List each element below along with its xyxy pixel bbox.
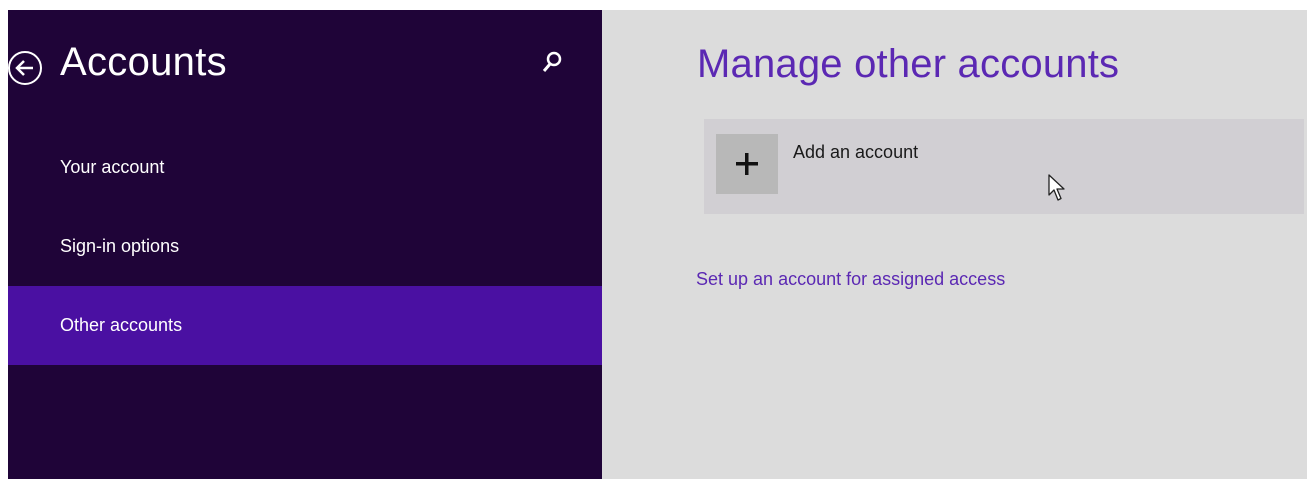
sidebar-item-your-account[interactable]: Your account [8, 128, 602, 207]
sidebar-item-other-accounts[interactable]: Other accounts [8, 286, 602, 365]
sidebar: Accounts Your account Sign-in options Ot… [8, 10, 602, 479]
main-panel: Manage other accounts Add an account Set… [602, 10, 1307, 479]
sidebar-item-label: Your account [60, 157, 165, 177]
back-arrow-icon[interactable] [8, 51, 42, 85]
add-account-tile [716, 134, 778, 194]
assigned-access-link[interactable]: Set up an account for assigned access [696, 269, 1005, 290]
sidebar-item-label: Sign-in options [60, 236, 180, 256]
section-title: Manage other accounts [697, 42, 1120, 86]
page-title: Accounts [60, 40, 227, 84]
plus-icon [736, 153, 758, 175]
mouse-pointer-icon [1048, 174, 1068, 207]
add-account-button[interactable]: Add an account [704, 119, 1304, 214]
settings-window: Accounts Your account Sign-in options Ot… [8, 10, 1307, 479]
sidebar-item-label: Other accounts [60, 315, 183, 335]
search-icon[interactable] [541, 50, 563, 74]
sidebar-item-sign-in-options[interactable]: Sign-in options [8, 207, 602, 286]
sidebar-header: Accounts [8, 10, 602, 128]
add-account-label: Add an account [793, 142, 919, 162]
